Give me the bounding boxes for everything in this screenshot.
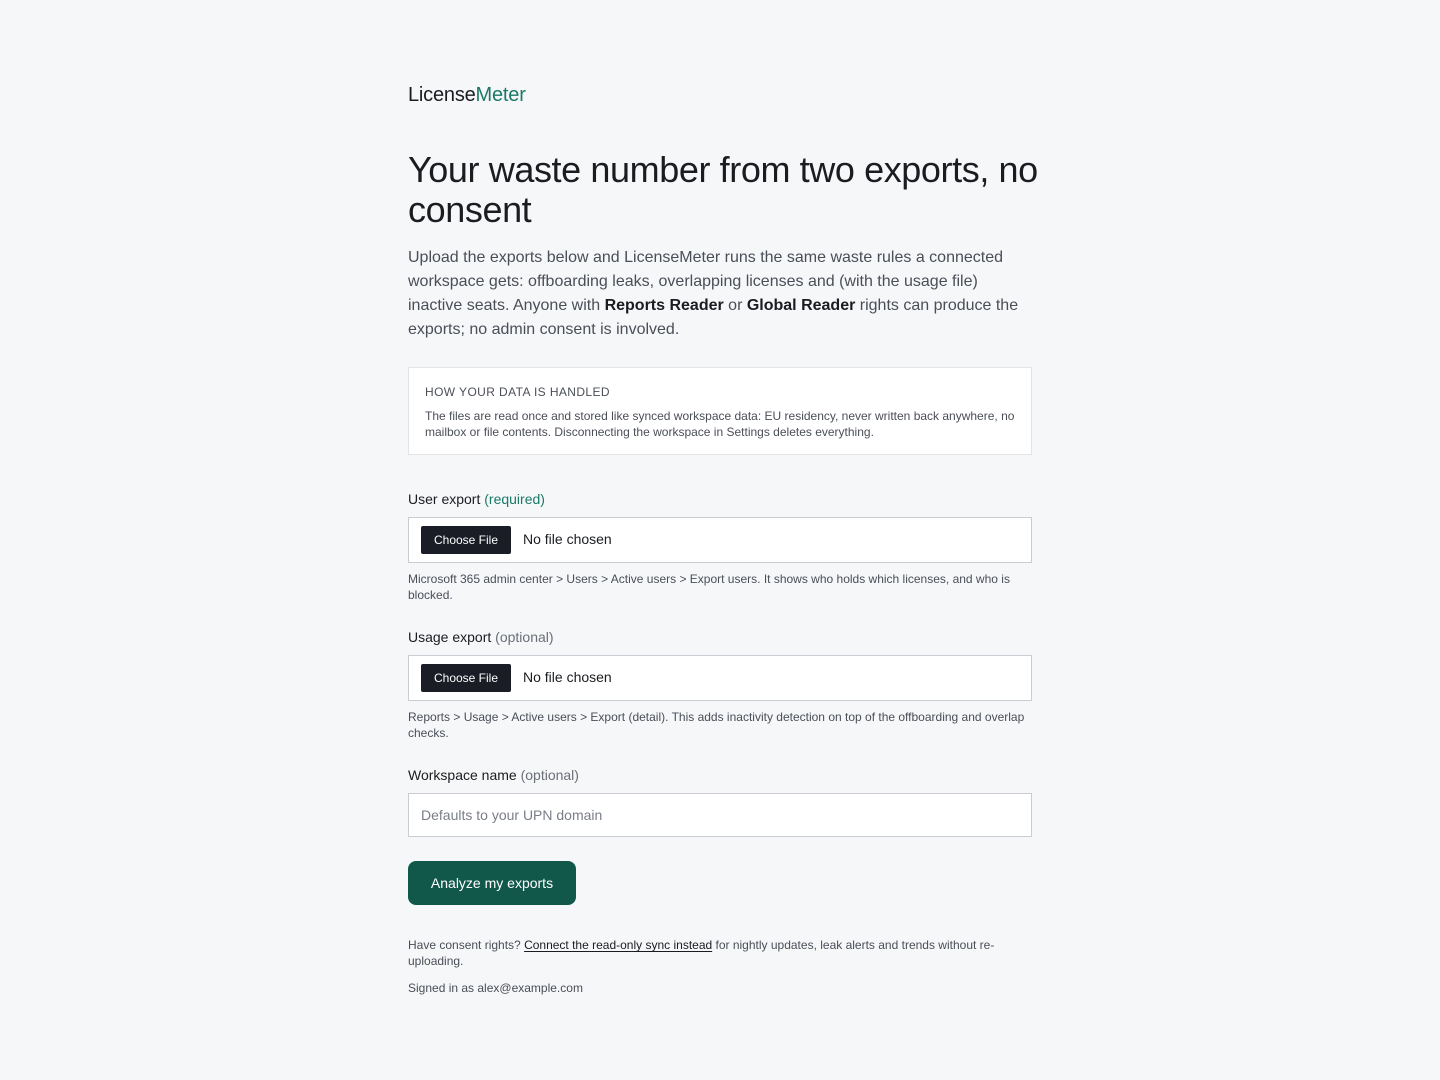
required-tag: (required) [484, 491, 545, 507]
page-title: Your waste number from two exports, no c… [408, 149, 1038, 230]
user-export-help: Microsoft 365 admin center > Users > Act… [408, 572, 1010, 602]
data-handling-notice: HOW YOUR DATA IS HANDLED The files are r… [408, 367, 1032, 455]
usage-export-label: Usage export (optional) [408, 629, 554, 645]
intro-paragraph: Upload the exports below and LicenseMete… [408, 246, 1032, 342]
user-export-choose-file-button[interactable]: Choose File [421, 526, 511, 554]
brand-name-part1: License [408, 84, 476, 106]
analyze-exports-button[interactable]: Analyze my exports [408, 861, 576, 905]
usage-export-choose-file-button[interactable]: Choose File [421, 664, 511, 692]
workspace-name-label: Workspace name (optional) [408, 767, 579, 783]
optional-tag: (optional) [495, 629, 554, 645]
workspace-name-input[interactable] [408, 793, 1032, 837]
usage-export-label-text: Usage export [408, 629, 492, 645]
workspace-name-label-text: Workspace name [408, 767, 517, 783]
usage-export-help: Reports > Usage > Active users > Export … [408, 710, 1025, 740]
connect-sync-link[interactable]: Connect the read-only sync instead [524, 938, 712, 952]
intro-role-global-reader: Global Reader [746, 297, 856, 314]
user-export-file-input[interactable]: Choose File No file chosen [408, 517, 1032, 563]
notice-body: The files are read once and stored like … [425, 409, 1015, 439]
intro-text-2: or [723, 297, 747, 314]
optional-tag: (optional) [520, 767, 579, 783]
user-export-label-text: User export [408, 491, 481, 507]
footnote-prefix: Have consent rights? [408, 938, 525, 952]
notice-heading: HOW YOUR DATA IS HANDLED [425, 385, 610, 399]
usage-export-file-input[interactable]: Choose File No file chosen [408, 655, 1032, 701]
usage-export-file-status: No file chosen [523, 669, 612, 685]
intro-role-reports-reader: Reports Reader [604, 297, 724, 314]
user-export-file-status: No file chosen [523, 531, 612, 547]
signed-in-status: Signed in as alex@example.com [408, 981, 583, 995]
brand-name-part2: Meter [475, 84, 526, 106]
user-export-label: User export (required) [408, 491, 545, 507]
brand-logo[interactable]: LicenseMeter [408, 84, 526, 107]
consent-footnote: Have consent rights? Connect the read-on… [408, 937, 1032, 969]
